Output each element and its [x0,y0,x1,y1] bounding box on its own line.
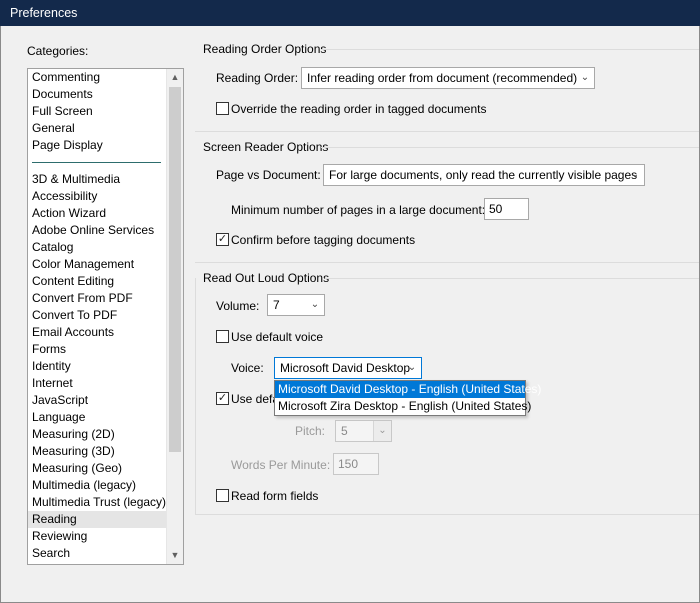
category-item[interactable]: Convert To PDF [28,307,167,324]
voice-select[interactable]: Microsoft David Desktop ⌄ [274,357,422,379]
chevron-down-icon: ⌄ [630,169,640,180]
screen-reader-group-line [321,147,699,148]
confirm-tagging-checkbox[interactable]: ✓ [216,233,229,246]
use-default-speech-checkbox[interactable]: ✓ [216,392,229,405]
categories-scrollbar[interactable]: ▲ ▼ [166,69,183,564]
reading-order-group-title: Reading Order Options [203,42,327,56]
category-item[interactable]: Accessibility [28,188,167,205]
category-item[interactable]: General [28,120,167,137]
screen-reader-bottom-line [195,262,699,263]
confirm-tagging-label: Confirm before tagging documents [231,233,416,247]
category-item[interactable]: Page Display [28,137,167,154]
volume-value: 7 [273,298,280,312]
category-item[interactable]: Language [28,409,167,426]
categories-list[interactable]: Commenting Documents Full Screen General Pag… [27,68,184,565]
screen-reader-group-title: Screen Reader Options [203,140,329,154]
reading-order-value: Infer reading order from document (recom… [307,71,578,85]
scroll-thumb[interactable] [169,87,181,452]
voice-dropdown-list: Microsoft David Desktop - English (Unite… [274,380,541,416]
min-pages-label: Minimum number of pages in a large docum… [231,203,486,217]
pitch-select[interactable]: 5 ⌄ [335,420,392,442]
category-item[interactable]: Catalog [28,239,167,256]
window-title: Preferences [0,0,700,26]
words-per-minute-label: Words Per Minute: [231,458,331,472]
preferences-window: Categories: Commenting Documents Full Scre… [0,26,700,603]
read-out-loud-bottom-line [195,514,699,515]
category-item[interactable]: Reviewing [28,528,167,545]
page-vs-document-label: Page vs Document: [216,168,321,182]
use-default-voice-label: Use default voice [231,330,324,344]
read-form-fields-label: Read form fields [231,489,319,503]
category-separator [28,154,167,171]
volume-select[interactable]: 7 ⌄ [267,294,325,316]
read-out-loud-group-title: Read Out Loud Options [203,271,330,285]
category-item[interactable]: Forms [28,341,167,358]
page-vs-document-value: For large documents, only read the curre… [329,168,638,182]
voice-label: Voice: [231,361,264,375]
category-item[interactable]: Action Wizard [28,205,167,222]
words-per-minute-input[interactable]: 150 [333,453,379,475]
chevron-down-icon: ⌄ [580,72,590,83]
category-item[interactable]: JavaScript [28,392,167,409]
category-item[interactable]: Measuring (Geo) [28,460,167,477]
reading-order-group-line [321,49,699,50]
scroll-up-icon[interactable]: ▲ [167,69,183,86]
reading-order-select[interactable]: Infer reading order from document (recom… [301,67,595,89]
category-item[interactable]: Documents [28,86,167,103]
category-item[interactable]: Search [28,545,167,562]
pitch-label: Pitch: [295,424,326,438]
category-item[interactable]: Email Accounts [28,324,167,341]
chevron-down-icon: ⌄ [373,421,391,441]
chevron-down-icon: ⌄ [310,299,320,310]
category-item[interactable]: Reading [28,511,167,528]
category-item[interactable]: Color Management [28,256,167,273]
category-item[interactable]: Convert From PDF [28,290,167,307]
min-pages-input[interactable]: 50 [484,198,529,220]
category-item[interactable]: Multimedia (legacy) [28,477,167,494]
reading-order-label: Reading Order: [216,71,299,85]
voice-value: Microsoft David Desktop [280,361,411,375]
categories-label: Categories: [27,44,89,58]
use-default-speech-label: Use defa [231,392,280,406]
category-item[interactable]: Measuring (3D) [28,443,167,460]
volume-label: Volume: [216,299,260,313]
read-out-loud-left-border [195,278,196,515]
page-vs-document-select[interactable]: For large documents, only read the curre… [323,164,645,186]
category-item[interactable]: Measuring (2D) [28,426,167,443]
reading-order-bottom-line [195,131,699,132]
scroll-down-icon[interactable]: ▼ [167,547,183,564]
voice-option-zira[interactable]: Microsoft Zira Desktop - English (United… [275,398,531,415]
use-default-voice-checkbox[interactable] [216,330,229,343]
chevron-down-icon: ⌄ [407,362,417,373]
category-item[interactable]: Adobe Online Services [28,222,167,239]
pitch-value: 5 [341,424,348,438]
category-item[interactable]: Content Editing [28,273,167,290]
category-item[interactable]: Multimedia Trust (legacy) [28,494,167,511]
override-reading-order-checkbox[interactable] [216,102,229,115]
read-out-loud-group-line [325,278,699,279]
override-reading-order-label: Override the reading order in tagged doc… [231,102,487,116]
category-item[interactable]: Identity [28,358,167,375]
category-item[interactable]: Internet [28,375,167,392]
read-form-fields-checkbox[interactable] [216,489,229,502]
voice-option-david[interactable]: Microsoft David Desktop - English (Unite… [275,381,541,398]
category-item[interactable]: 3D & Multimedia [28,171,167,188]
category-item[interactable]: Commenting [28,69,167,86]
category-item[interactable]: Full Screen [28,103,167,120]
categories-items: Commenting Documents Full Screen General Pag… [28,69,167,562]
